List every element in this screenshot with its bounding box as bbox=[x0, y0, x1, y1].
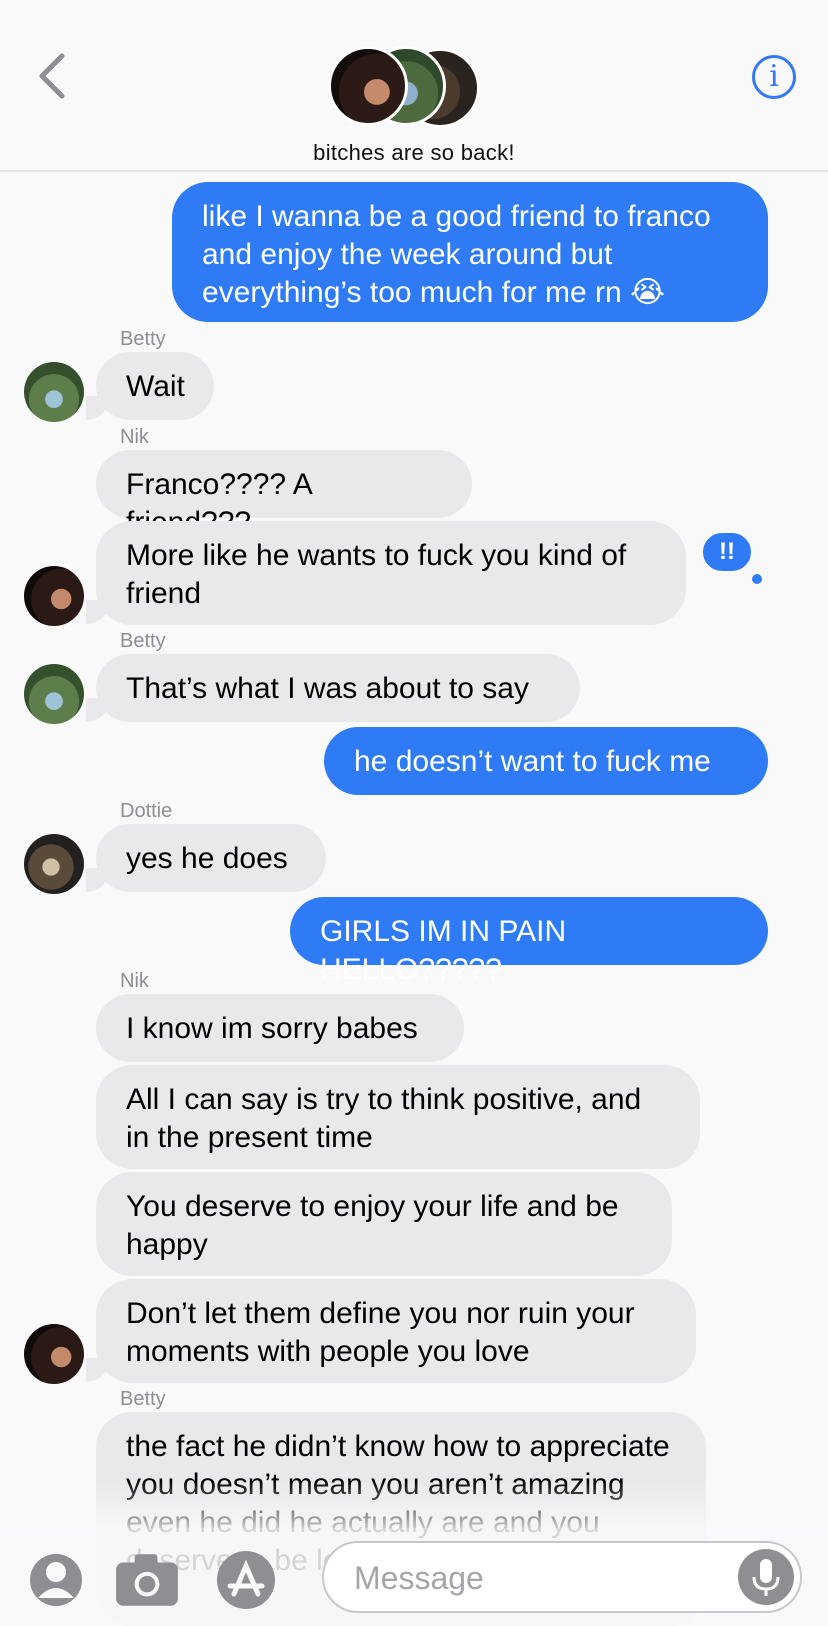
message-input-field[interactable] bbox=[322, 1541, 802, 1613]
avatar-betty[interactable] bbox=[24, 664, 84, 724]
sender-name: Dottie bbox=[120, 800, 173, 822]
message-bubble-incoming[interactable]: Franco???? A friend??? bbox=[96, 450, 472, 539]
message-bubble-incoming[interactable]: All I can say is try to think positive, … bbox=[96, 1065, 700, 1169]
message-text: Don’t let them define you nor ruin your … bbox=[126, 1297, 635, 1368]
navigation-header: bitches are so back! i bbox=[0, 0, 828, 172]
message-bubble-outgoing[interactable]: GIRLS IM IN PAIN HELLO????? bbox=[290, 897, 768, 986]
avatar-dottie[interactable] bbox=[24, 834, 84, 894]
avatar-nik[interactable] bbox=[24, 566, 84, 626]
app-store-icon[interactable] bbox=[214, 1548, 278, 1612]
chevron-left-icon[interactable] bbox=[28, 48, 78, 104]
exclamation-icon: !! bbox=[700, 530, 754, 574]
memoji-icon[interactable] bbox=[26, 1548, 86, 1612]
message-text: More like he wants to fuck you kind of f… bbox=[126, 539, 627, 610]
sender-name: Nik bbox=[120, 970, 149, 992]
info-icon[interactable]: i bbox=[752, 55, 796, 99]
message-bubble-incoming[interactable]: You deserve to enjoy your life and be ha… bbox=[96, 1172, 672, 1276]
avatar bbox=[328, 46, 408, 126]
sender-name: Betty bbox=[120, 1388, 166, 1410]
message-bubble-incoming[interactable]: yes he does bbox=[96, 824, 326, 892]
message-input[interactable] bbox=[354, 1555, 714, 1601]
message-text: That’s what I was about to say bbox=[126, 672, 529, 705]
message-bubble-incoming[interactable]: More like he wants to fuck you kind of f… bbox=[96, 521, 686, 625]
microphone-button[interactable] bbox=[738, 1549, 794, 1605]
sender-name: Betty bbox=[120, 328, 166, 350]
message-text: I know im sorry babes bbox=[126, 1012, 418, 1045]
exclamation-reaction[interactable]: !! bbox=[700, 530, 762, 584]
group-avatar-stack[interactable] bbox=[328, 46, 488, 128]
message-bubble-incoming[interactable]: I know im sorry babes bbox=[96, 994, 464, 1062]
message-text: GIRLS IM IN PAIN HELLO????? bbox=[320, 915, 567, 986]
message-bubble-outgoing[interactable]: he doesn’t want to fuck me bbox=[324, 727, 768, 795]
composer-fade bbox=[0, 1480, 828, 1528]
message-text: like I wanna be a good friend to franco … bbox=[202, 200, 711, 309]
message-text: yes he does bbox=[126, 842, 288, 875]
avatar-nik[interactable] bbox=[24, 1324, 84, 1384]
avatar-betty[interactable] bbox=[24, 362, 84, 422]
message-text: Wait bbox=[126, 370, 185, 403]
message-bubble-incoming[interactable]: Don’t let them define you nor ruin your … bbox=[96, 1279, 696, 1383]
sender-name: Betty bbox=[120, 630, 166, 652]
message-text: All I can say is try to think positive, … bbox=[126, 1083, 642, 1154]
message-text: You deserve to enjoy your life and be ha… bbox=[126, 1190, 619, 1261]
microphone-icon bbox=[752, 1559, 780, 1596]
camera-icon[interactable] bbox=[114, 1552, 180, 1608]
message-bubble-outgoing[interactable]: like I wanna be a good friend to franco … bbox=[172, 182, 768, 322]
reaction-tail-dot bbox=[752, 574, 762, 584]
sender-name: Nik bbox=[120, 426, 149, 448]
message-text: he doesn’t want to fuck me bbox=[354, 745, 711, 778]
conversation: like I wanna be a good friend to franco … bbox=[0, 0, 828, 1626]
message-bubble-incoming[interactable]: That’s what I was about to say bbox=[96, 654, 580, 722]
group-title[interactable]: bitches are so back! bbox=[0, 140, 828, 166]
message-bubble-incoming[interactable]: Wait bbox=[96, 352, 214, 420]
